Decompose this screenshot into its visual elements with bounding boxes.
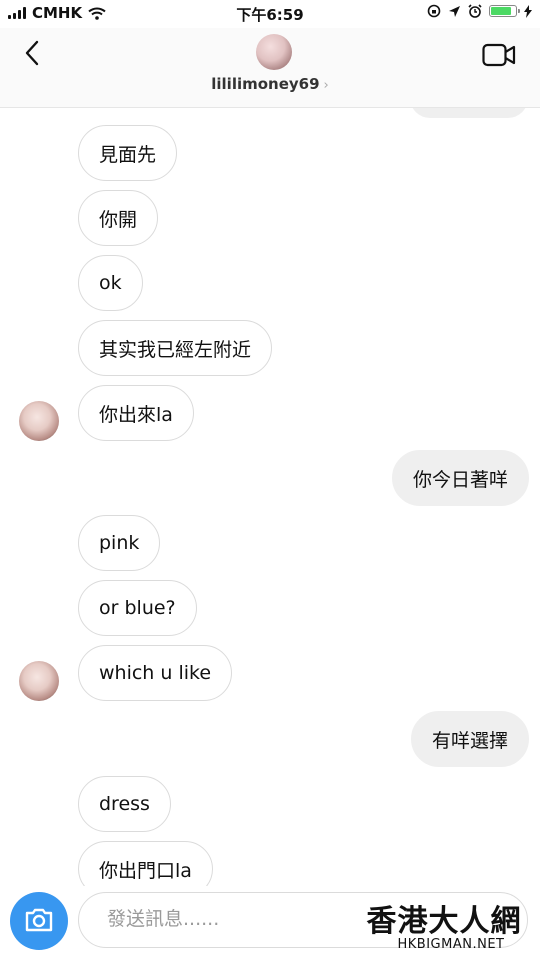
camera-button[interactable] bbox=[10, 892, 68, 950]
username-link[interactable]: lililimoney69 › bbox=[0, 75, 540, 93]
message-bubble-incoming[interactable]: or blue? bbox=[78, 580, 197, 636]
battery-icon bbox=[489, 5, 520, 17]
partial-message-bubble bbox=[410, 108, 528, 118]
message-thread[interactable]: 見面先 你開 ok 其实我已經左附近 你出來la 你今日著咩 pink or b… bbox=[0, 108, 540, 886]
message-input[interactable] bbox=[105, 907, 359, 931]
message-bubble-incoming[interactable]: 你出來la bbox=[78, 385, 194, 441]
alarm-icon bbox=[468, 4, 482, 18]
message-bubble-incoming[interactable]: 其实我已經左附近 bbox=[78, 320, 273, 376]
status-bar: CMHK 下午6:59 bbox=[0, 0, 540, 28]
message-bubble-incoming[interactable]: 你開 bbox=[78, 190, 159, 246]
sender-avatar[interactable] bbox=[19, 661, 59, 701]
message-bubble-incoming[interactable]: dress bbox=[78, 776, 171, 832]
charging-icon bbox=[524, 4, 532, 18]
message-bubble-outgoing[interactable]: 你今日著咩 bbox=[391, 450, 529, 506]
location-icon bbox=[449, 5, 460, 17]
header-avatar[interactable] bbox=[256, 34, 292, 70]
message-bubble-incoming[interactable]: which u like bbox=[78, 645, 233, 701]
message-bubble-incoming[interactable]: 見面先 bbox=[78, 125, 178, 181]
sender-avatar[interactable] bbox=[19, 401, 59, 441]
lock-rotation-icon bbox=[427, 4, 441, 18]
message-bubble-incoming[interactable]: ok bbox=[78, 255, 143, 311]
message-bubble-incoming[interactable]: pink bbox=[78, 515, 161, 571]
back-icon[interactable] bbox=[18, 38, 48, 68]
video-call-icon[interactable] bbox=[482, 42, 516, 68]
watermark-logo: 香港大人網 bbox=[366, 904, 522, 939]
chevron-right-icon: › bbox=[323, 78, 329, 93]
status-right bbox=[427, 4, 532, 18]
message-bubble-incoming[interactable]: 你出門口la bbox=[78, 841, 213, 886]
watermark-url: HKBIGMAN.NET bbox=[397, 937, 505, 952]
username-label: lililimoney69 bbox=[211, 75, 320, 93]
message-bubble-outgoing[interactable]: 有咩選擇 bbox=[410, 711, 529, 767]
chat-header: lililimoney69 › bbox=[0, 28, 540, 108]
camera-icon bbox=[25, 908, 53, 932]
